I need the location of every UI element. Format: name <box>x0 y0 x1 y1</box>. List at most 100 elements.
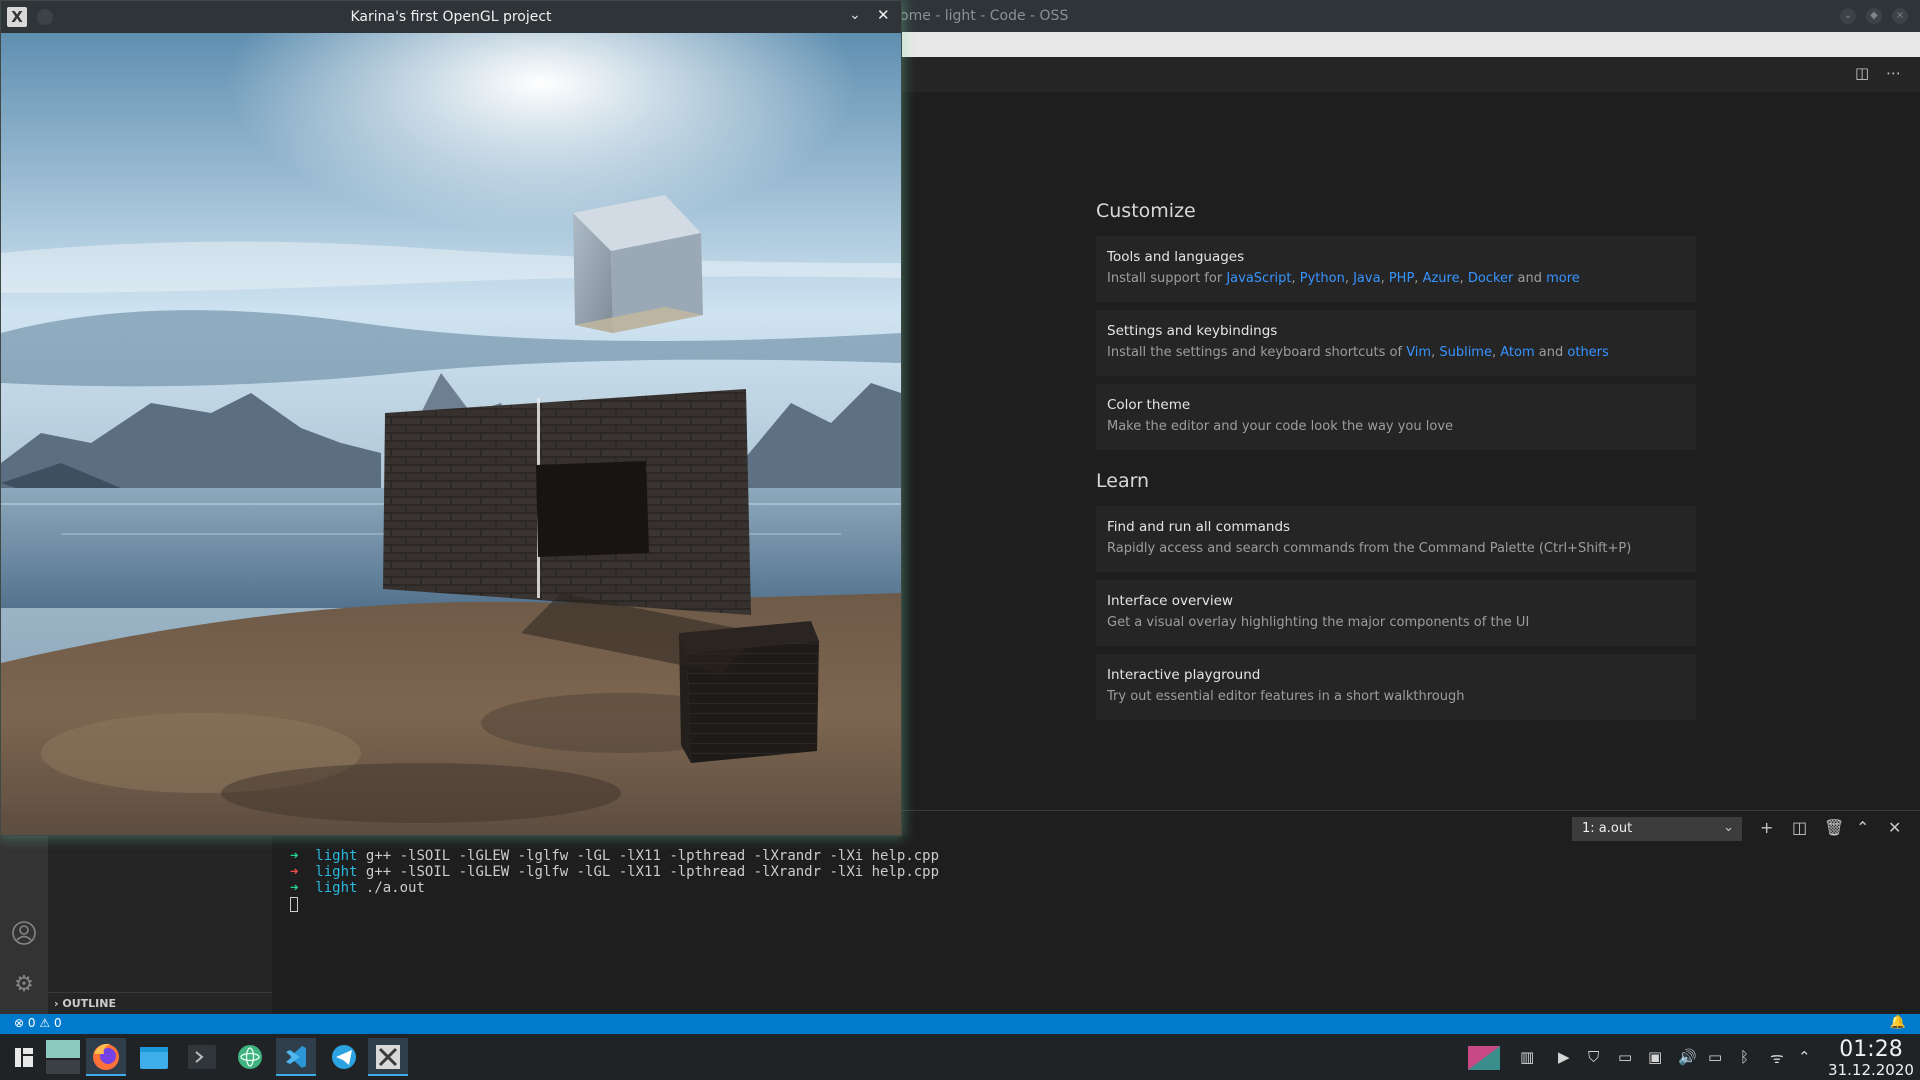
prompt-arrow-icon: ➜ <box>290 864 299 880</box>
clock-date: 31.12.2020 <box>1828 1061 1914 1079</box>
terminal-selector[interactable]: 1: a.out ⌄ <box>1572 817 1742 841</box>
card-title: Interactive playground <box>1107 667 1261 683</box>
network-icon[interactable]: ᯤ <box>1770 1048 1784 1068</box>
device-notifier-icon[interactable]: ▣ <box>1648 1048 1662 1066</box>
card-description: Get a visual overlay highlighting the ma… <box>1107 615 1530 630</box>
taskbar: ▥ ▶ ⛉ ▭ ▣ 🔊 ▭ ᛒ ᯤ ⌃ <box>0 1034 1920 1080</box>
konsole-icon[interactable] <box>182 1038 222 1076</box>
card-description: Install support for JavaScript, Python, … <box>1107 271 1580 286</box>
interactive-playground-card[interactable]: Interactive playground Try out essential… <box>1096 654 1696 720</box>
telegram-icon[interactable] <box>324 1038 364 1076</box>
expand-tray-icon[interactable]: ⌃ <box>1798 1048 1811 1066</box>
bluetooth-icon[interactable]: ᛒ <box>1740 1048 1749 1066</box>
split-terminal-icon[interactable]: ◫ <box>1792 818 1807 837</box>
sublime-link[interactable]: Sublime <box>1439 345 1492 360</box>
more-actions-icon[interactable]: ⋯ <box>1886 64 1901 82</box>
vscode-window-title: ome - light - Code - OSS <box>900 8 1069 24</box>
prompt-arrow-icon: ➜ <box>290 880 299 896</box>
application-launcher-icon[interactable] <box>4 1038 44 1076</box>
new-terminal-icon[interactable]: + <box>1760 818 1773 837</box>
prompt-dir: light <box>315 864 358 880</box>
terminal-tray-icon[interactable]: ▭ <box>1618 1048 1632 1066</box>
card-description: Rapidly access and search commands from … <box>1107 541 1632 556</box>
card-description: Make the editor and your code look the w… <box>1107 419 1454 434</box>
chevron-right-icon: › <box>54 997 59 1010</box>
atom-link[interactable]: Atom <box>1500 345 1534 360</box>
clipboard-icon[interactable]: ▥ <box>1520 1048 1534 1066</box>
opengl-titlebar[interactable]: X Karina's first OpenGL project ⌄ ✕ <box>1 1 901 33</box>
firefox-icon[interactable] <box>86 1038 126 1076</box>
card-title: Color theme <box>1107 397 1191 413</box>
java-link[interactable]: Java <box>1353 271 1380 286</box>
x11-app-task-icon[interactable] <box>368 1038 408 1076</box>
azure-link[interactable]: Azure <box>1423 271 1460 286</box>
card-title: Interface overview <box>1107 593 1233 609</box>
status-bar: ⊗ 0 ⚠ 0 🔔 <box>0 1014 1920 1034</box>
gear-icon[interactable]: ⚙ <box>10 972 38 1000</box>
problems-indicator[interactable]: ⊗ 0 ⚠ 0 <box>14 1016 62 1030</box>
error-icon: ⊗ <box>14 1016 25 1030</box>
terminal-line: ➜ light ./a.out <box>290 880 1090 896</box>
prompt-dir: light <box>315 880 358 896</box>
media-player-icon[interactable]: ▶ <box>1558 1048 1570 1066</box>
desktop-thumbnail-icon[interactable] <box>1466 1038 1502 1076</box>
outline-label: OUTLINE <box>62 997 116 1010</box>
card-title: Tools and languages <box>1107 249 1245 265</box>
find-commands-card[interactable]: Find and run all commands Rapidly access… <box>1096 506 1696 572</box>
vpn-shield-icon[interactable]: ⛉ <box>1588 1048 1599 1066</box>
javascript-link[interactable]: JavaScript <box>1226 271 1291 286</box>
settings-keybindings-card[interactable]: Settings and keybindings Install the set… <box>1096 310 1696 376</box>
opengl-render-scene[interactable] <box>1 33 901 835</box>
terminal-command: g++ -lSOIL -lGLEW -lglfw -lGL -lX11 -lpt… <box>365 864 940 880</box>
prompt-arrow-icon: ➜ <box>290 848 299 864</box>
welcome-page: Customize Tools and languages Install su… <box>1096 200 1696 728</box>
tools-languages-card[interactable]: Tools and languages Install support for … <box>1096 236 1696 302</box>
card-description: Try out essential editor features in a s… <box>1107 689 1465 704</box>
terminal-command: ./a.out <box>365 880 425 896</box>
interface-overview-card[interactable]: Interface overview Get a visual overlay … <box>1096 580 1696 646</box>
minimize-icon[interactable]: ⌄ <box>849 7 861 23</box>
atom-icon[interactable] <box>230 1038 270 1076</box>
card-desc-prefix: Install the settings and keyboard shortc… <box>1107 345 1407 360</box>
trash-icon[interactable]: 🗑 <box>1824 818 1844 837</box>
python-link[interactable]: Python <box>1300 271 1345 286</box>
others-link[interactable]: others <box>1567 345 1608 360</box>
file-manager-icon[interactable] <box>134 1038 174 1076</box>
battery-icon[interactable]: ▭ <box>1708 1048 1722 1066</box>
prompt-dir: light <box>315 848 358 864</box>
outline-section-header[interactable]: › OUTLINE <box>48 992 272 1014</box>
php-link[interactable]: PHP <box>1389 271 1414 286</box>
terminal-line <box>290 896 1090 912</box>
docker-link[interactable]: Docker <box>1468 271 1514 286</box>
opengl-window[interactable]: X Karina's first OpenGL project ⌄ ✕ <box>0 0 902 836</box>
more-link[interactable]: more <box>1546 271 1580 286</box>
close-icon[interactable]: × <box>1892 8 1908 24</box>
vscode-icon[interactable] <box>276 1038 316 1076</box>
opengl-window-title: Karina's first OpenGL project <box>350 9 552 25</box>
terminal-output[interactable]: ➜ light g++ -lSOIL -lGLEW -lglfw -lGL -l… <box>290 848 1090 912</box>
vim-link[interactable]: Vim <box>1406 345 1431 360</box>
terminal-panel-header: 1: a.out ⌄ + ◫ 🗑 ⌃ ✕ <box>905 812 1920 846</box>
clock-time: 01:28 <box>1839 1037 1903 1062</box>
desktop-pager-icon[interactable] <box>44 1038 84 1076</box>
close-panel-icon[interactable]: ✕ <box>1888 818 1901 837</box>
account-icon[interactable] <box>10 920 38 948</box>
maximize-panel-icon[interactable]: ⌃ <box>1856 818 1869 837</box>
terminal-command: g++ -lSOIL -lGLEW -lglfw -lGL -lX11 -lpt… <box>365 848 940 864</box>
card-desc-prefix: Install support for <box>1107 271 1227 286</box>
card-title: Settings and keybindings <box>1107 323 1278 339</box>
clock[interactable]: 01:28 31.12.2020 <box>1826 1038 1916 1079</box>
volume-icon[interactable]: 🔊 <box>1678 1048 1697 1066</box>
learn-heading: Learn <box>1096 470 1150 492</box>
minimize-icon[interactable]: ⌄ <box>1840 8 1856 24</box>
notifications-bell-icon[interactable]: 🔔 <box>1890 1015 1906 1030</box>
rendered-3d-scene <box>1 33 901 835</box>
split-editor-icon[interactable]: ◫ <box>1855 64 1869 82</box>
color-theme-card[interactable]: Color theme Make the editor and your cod… <box>1096 384 1696 450</box>
close-icon[interactable]: ✕ <box>877 6 890 24</box>
error-count: 0 <box>27 1016 36 1030</box>
card-description: Install the settings and keyboard shortc… <box>1107 345 1609 360</box>
activity-bar: ⚙ <box>0 836 48 1014</box>
maximize-icon[interactable]: ◆ <box>1866 8 1882 24</box>
warning-icon: ⚠ <box>39 1016 51 1030</box>
